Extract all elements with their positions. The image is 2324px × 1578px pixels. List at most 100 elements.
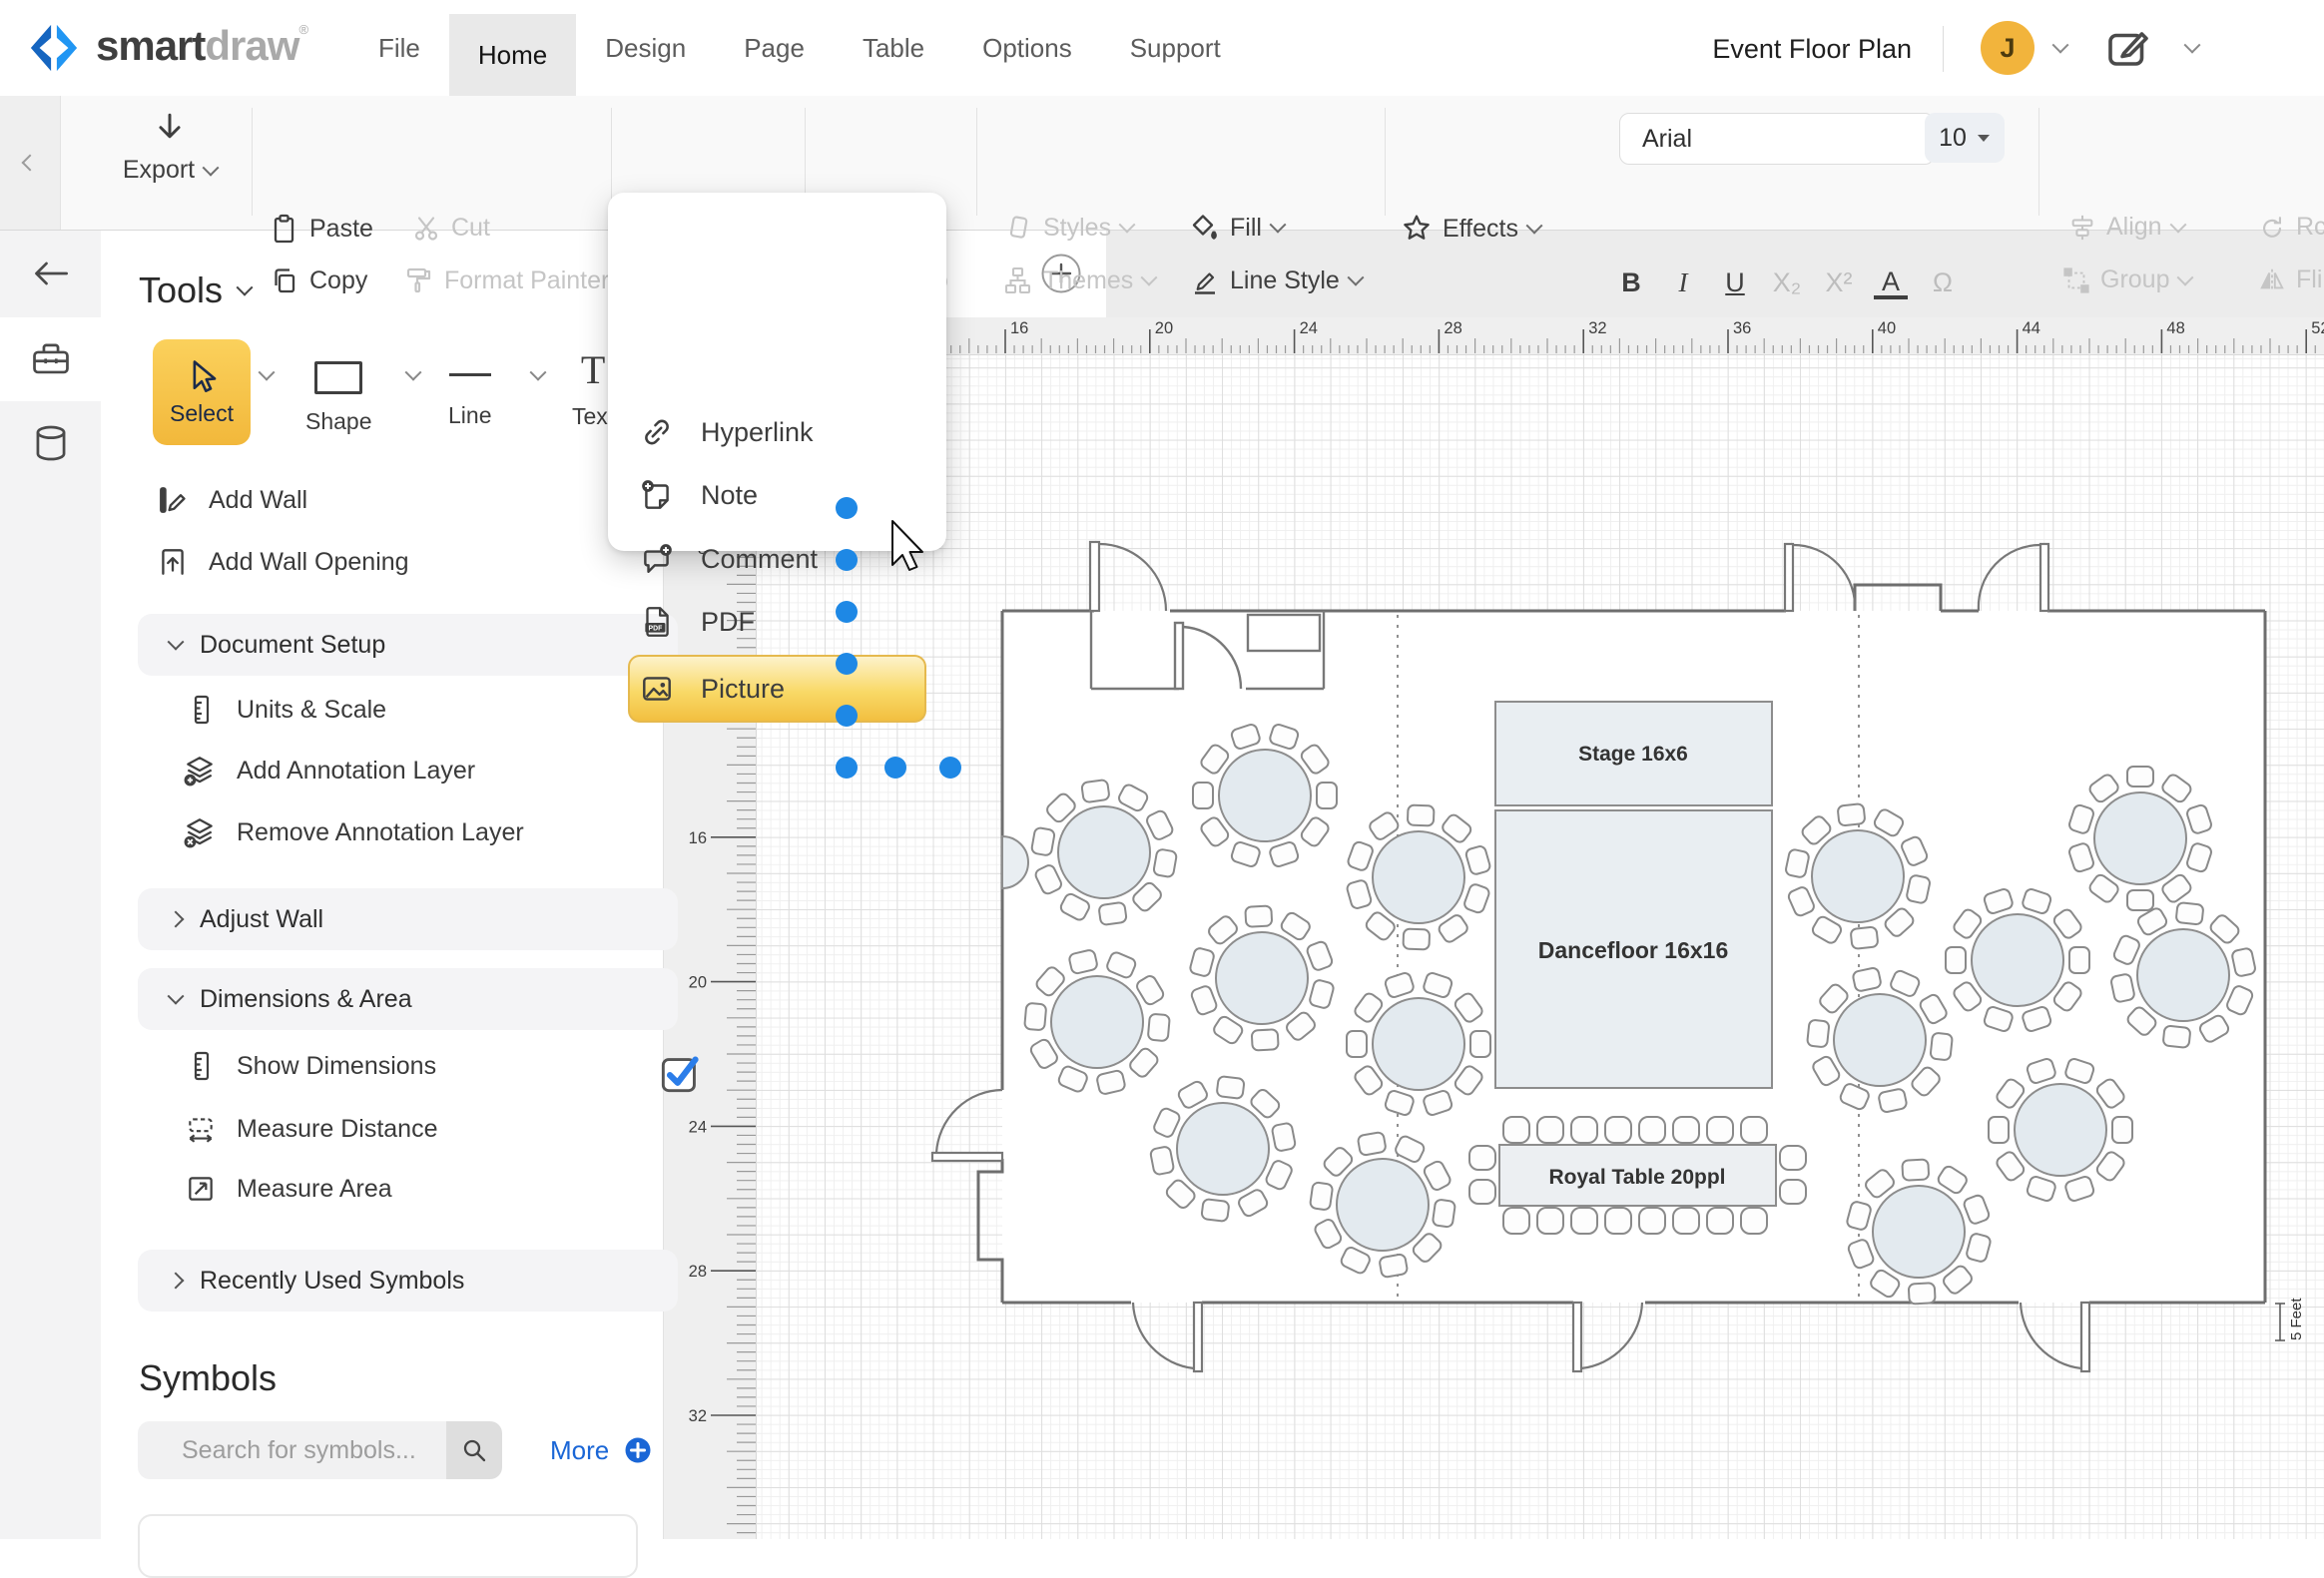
tools-heading-label: Tools <box>139 269 223 311</box>
add-wall-opening-button[interactable]: Add Wall Opening <box>157 546 409 578</box>
menu-page[interactable]: Page <box>715 0 834 96</box>
toolbar-divider <box>2038 108 2039 216</box>
section-dimensions-area[interactable]: Dimensions & Area <box>138 968 678 1030</box>
menu-options[interactable]: Options <box>953 0 1101 96</box>
toolbar-divider <box>252 108 253 216</box>
shape-icon <box>314 361 362 394</box>
themes-icon <box>1003 265 1033 295</box>
line-style-button[interactable]: Line Style <box>1190 265 1362 295</box>
insert-menu-hyperlink[interactable]: Hyperlink <box>639 404 814 460</box>
themes-label: Themes <box>1043 266 1133 295</box>
remove-annotation-layer-item[interactable]: Remove Annotation Layer <box>183 815 524 849</box>
italic-button[interactable]: I <box>1657 267 1709 299</box>
search-button[interactable] <box>446 1421 502 1479</box>
align-button: Align <box>2068 213 2184 242</box>
avatar-chevron-down-icon[interactable] <box>2052 37 2069 54</box>
font-color-button[interactable]: A <box>1874 267 1908 299</box>
add-wall-opening-label: Add Wall Opening <box>209 548 409 577</box>
add-layer-icon <box>183 754 217 788</box>
menu-table[interactable]: Table <box>834 0 953 96</box>
topbar-divider <box>1943 26 1944 72</box>
menu-home[interactable]: Home <box>449 14 576 96</box>
group-icon <box>2062 266 2090 294</box>
font-family-input[interactable]: Arial <box>1619 113 1935 165</box>
measure-distance-icon <box>185 1113 217 1145</box>
measure-distance-item[interactable]: Measure Distance <box>185 1113 437 1145</box>
select-options-chevron-icon[interactable] <box>259 364 276 381</box>
menu-design[interactable]: Design <box>576 0 715 96</box>
svg-text:28: 28 <box>1444 319 1461 337</box>
section-document-setup[interactable]: Document Setup <box>138 614 678 676</box>
share-chevron-down-icon[interactable] <box>2184 37 2201 54</box>
back-button[interactable] <box>0 230 101 317</box>
bold-button[interactable]: B <box>1605 267 1657 299</box>
ruler-icon <box>187 1050 217 1082</box>
toolbar-divider <box>1385 108 1386 216</box>
font-size-select[interactable]: 10 <box>1925 113 2005 163</box>
add-more-icon[interactable] <box>623 1435 653 1465</box>
fill-label: Fill <box>1230 214 1262 243</box>
toolbox-icon <box>31 341 71 377</box>
styles-icon <box>1003 213 1033 243</box>
underline-button[interactable]: U <box>1709 267 1761 299</box>
fill-icon <box>1190 213 1220 243</box>
canvas-grid[interactable] <box>756 354 2324 1539</box>
shape-tool-button[interactable]: Shape <box>305 361 372 435</box>
add-wall-button[interactable]: Add Wall <box>157 484 307 516</box>
fill-button[interactable]: Fill <box>1190 213 1284 243</box>
units-scale-item[interactable]: Units & Scale <box>187 694 386 726</box>
show-dimensions-checkbox[interactable] <box>660 1054 700 1094</box>
line-style-icon <box>1190 265 1220 295</box>
main-menu: File Home Design Page Table Options Supp… <box>349 0 1250 96</box>
svg-text:PDF: PDF <box>649 625 663 632</box>
measure-area-icon <box>185 1173 217 1205</box>
add-annotation-layer-item[interactable]: Add Annotation Layer <box>183 754 475 788</box>
copy-button[interactable]: Copy <box>270 265 367 295</box>
toolbox-tab[interactable] <box>0 317 101 401</box>
svg-text:20: 20 <box>1155 319 1173 337</box>
insert-menu-note[interactable]: Note <box>639 467 758 523</box>
units-scale-label: Units & Scale <box>237 696 386 725</box>
shape-options-chevron-icon[interactable] <box>405 364 422 381</box>
menu-support[interactable]: Support <box>1101 0 1250 96</box>
section-adjust-wall[interactable]: Adjust Wall <box>138 888 678 950</box>
export-button[interactable]: Export <box>95 110 245 185</box>
flip-label: Fli <box>2296 265 2322 294</box>
effects-button[interactable]: Effects <box>1401 213 1540 245</box>
rotate-button: Rc <box>2258 213 2324 242</box>
svg-text:16: 16 <box>689 829 707 847</box>
chevron-right-icon <box>168 911 185 928</box>
data-tab[interactable] <box>0 401 101 485</box>
more-symbols-link[interactable]: More <box>550 1435 609 1466</box>
collapse-toolbar-button[interactable] <box>0 96 61 230</box>
svg-text:24: 24 <box>1300 319 1318 337</box>
search-input[interactable] <box>138 1421 446 1479</box>
cursor-icon <box>184 358 220 396</box>
svg-text:44: 44 <box>2023 319 2040 337</box>
dimensions-area-label: Dimensions & Area <box>200 985 412 1014</box>
brand-wordmark: smartdraw® <box>96 22 308 70</box>
insert-menu-comment[interactable]: Comment <box>639 531 818 587</box>
menu-file[interactable]: File <box>349 0 449 96</box>
pdf-label: PDF <box>701 607 755 638</box>
svg-text:48: 48 <box>2166 319 2184 337</box>
section-recently-used[interactable]: Recently Used Symbols <box>138 1250 678 1312</box>
flip-button: Fli <box>2258 265 2322 294</box>
remove-layer-icon <box>183 815 217 849</box>
select-tool-button[interactable]: Select <box>153 339 251 445</box>
tools-heading[interactable]: Tools <box>139 269 251 311</box>
show-dimensions-item[interactable]: Show Dimensions <box>187 1050 436 1082</box>
line-tool-button[interactable]: Line <box>448 361 491 429</box>
measure-area-item[interactable]: Measure Area <box>185 1173 392 1205</box>
chevron-down-icon <box>168 634 185 651</box>
chevron-down-icon <box>2177 268 2194 285</box>
paste-button[interactable]: Paste <box>270 213 373 245</box>
insert-menu-pdf[interactable]: PDF PDF <box>639 594 755 650</box>
measure-area-label: Measure Area <box>237 1175 392 1204</box>
brand-light: draw <box>205 22 298 69</box>
themes-button: Themes <box>1003 265 1155 295</box>
avatar[interactable]: J <box>1981 21 2034 75</box>
share-edit-icon[interactable] <box>2104 25 2152 73</box>
line-options-chevron-icon[interactable] <box>530 364 547 381</box>
insert-menu-picture[interactable]: Picture <box>639 661 785 717</box>
